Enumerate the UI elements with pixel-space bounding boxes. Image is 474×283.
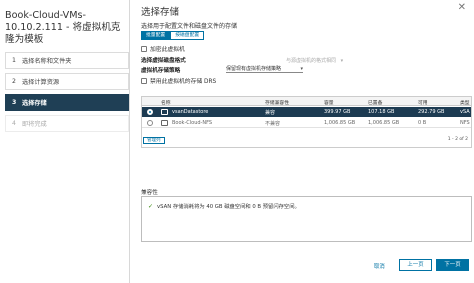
datastore-name: vsanDatastore — [172, 109, 209, 115]
datastore-type: vSA — [460, 109, 470, 115]
column-header-provisioned[interactable]: 已置备 — [368, 99, 382, 106]
step-number: 3 — [12, 99, 17, 106]
datastore-capacity: 1,006.85 GB — [324, 120, 356, 126]
cancel-button[interactable]: 取消 — [374, 262, 385, 270]
step-number: 4 — [12, 120, 16, 127]
config-mode-toggle: 批量配置 按磁盘配置 — [141, 31, 205, 40]
vdisk-format-value: 与源虚拟机的格式相同 — [286, 58, 337, 64]
wizard-steps: 1 选择名称和文件夹 2 选择计算资源 3 选择存储 4 即将完成 — [5, 52, 129, 136]
next-button[interactable]: 下一页 — [436, 259, 469, 271]
check-icon: ✓ — [148, 202, 154, 210]
datastore-compat: 兼容 — [265, 110, 276, 116]
row-radio[interactable] — [147, 109, 153, 115]
step-select-name-folder[interactable]: 1 选择名称和文件夹 — [5, 52, 129, 69]
encrypt-vm-label: 加密此虚拟机 — [150, 47, 185, 53]
page-subtitle: 选择用于配置文件和磁盘文件的存储 — [141, 23, 238, 30]
compat-label: 兼容性 — [141, 190, 158, 196]
chevron-down-icon: ▾ — [340, 58, 344, 64]
vdisk-format-label: 选择虚拟磁盘格式 — [141, 58, 186, 64]
column-header-type[interactable]: 类型 — [460, 99, 470, 106]
wizard-sidebar: Book-Cloud-VMs-10.10.2.111 - 将虚拟机克隆为模板 1… — [0, 0, 130, 283]
back-button[interactable]: 上一页 — [399, 259, 432, 271]
column-header-name[interactable]: 名称 — [161, 99, 171, 106]
disable-sdrs-checkbox[interactable] — [141, 77, 147, 84]
datastore-provisioned: 1,006.85 GB — [368, 120, 400, 126]
table-row[interactable]: Book-Cloud-NFS 不兼容 1,006.85 GB 1,006.85 … — [142, 118, 471, 128]
step-select-storage[interactable]: 3 选择存储 — [5, 94, 129, 111]
datastore-type: NFS — [460, 120, 470, 126]
column-header-capacity[interactable]: 容量 — [324, 99, 334, 106]
page-title: 选择存储 — [141, 7, 180, 18]
compat-message-row: ✓ vSAN 存储消耗将为 40 GB 磁盘空间和 0 B 预留闪存空间。 — [148, 202, 300, 211]
step-label: 选择名称和文件夹 — [22, 58, 72, 65]
compat-panel: ✓ vSAN 存储消耗将为 40 GB 磁盘空间和 0 B 预留闪存空间。 — [141, 196, 472, 242]
column-header-free[interactable]: 可用 — [418, 99, 428, 106]
datastore-table: 名称 存储兼容性 容量 已置备 可用 类型 vsanDatastore 兼容 3… — [141, 96, 472, 148]
wizard-title: Book-Cloud-VMs-10.10.2.111 - 将虚拟机克隆为模板 — [5, 10, 121, 45]
datastore-free: 292.79 GB — [418, 109, 445, 115]
vm-storage-policy-label: 虚拟机存储策略 — [141, 68, 181, 74]
disable-sdrs-option[interactable]: 禁用此虚拟机的存储 DRS — [141, 76, 216, 85]
storage-policy-value: 保留现有虚拟机存储策略 — [226, 66, 282, 72]
manage-columns-button[interactable]: 管理列 — [143, 137, 165, 144]
datastore-icon — [161, 120, 168, 126]
table-row[interactable]: vsanDatastore 兼容 399.97 GB 107.18 GB 292… — [142, 107, 471, 117]
step-select-compute[interactable]: 2 选择计算资源 — [5, 73, 129, 90]
step-number: 1 — [12, 57, 16, 64]
vdisk-format-select: 与源虚拟机的格式相同 ▾ — [286, 57, 343, 64]
table-pager: 1 - 2 of 2 — [447, 137, 468, 142]
batch-config-button[interactable]: 批量配置 — [141, 31, 171, 40]
vm-storage-policy-select[interactable]: 保留现有虚拟机存储策略 ▾ — [226, 66, 303, 73]
step-label: 选择计算资源 — [22, 79, 60, 86]
column-header-compat[interactable]: 存储兼容性 — [265, 99, 289, 106]
datastore-provisioned: 107.18 GB — [368, 109, 395, 115]
compat-message: vSAN 存储消耗将为 40 GB 磁盘空间和 0 B 预留闪存空间。 — [157, 204, 300, 210]
per-disk-config-button[interactable]: 按磁盘配置 — [170, 31, 205, 40]
step-number: 2 — [12, 78, 16, 85]
wizard-main: 选择存储 ✕ 选择用于配置文件和磁盘文件的存储 批量配置 按磁盘配置 加密此虚拟… — [131, 0, 474, 283]
step-label: 选择存储 — [22, 100, 47, 107]
datastore-compat: 不兼容 — [265, 121, 281, 127]
step-label: 即将完成 — [22, 121, 47, 128]
datastore-name: Book-Cloud-NFS — [172, 120, 213, 126]
datastore-capacity: 399.97 GB — [324, 109, 351, 115]
close-icon[interactable]: ✕ — [458, 2, 466, 13]
encrypt-vm-option[interactable]: 加密此虚拟机 — [141, 44, 185, 53]
table-header: 名称 存储兼容性 容量 已置备 可用 类型 — [142, 97, 471, 106]
disable-sdrs-label: 禁用此虚拟机的存储 DRS — [150, 79, 217, 85]
datastore-icon — [161, 109, 168, 115]
chevron-down-icon: ▾ — [300, 66, 303, 72]
encrypt-vm-checkbox[interactable] — [141, 45, 147, 52]
row-radio[interactable] — [147, 120, 153, 126]
datastore-free: 0 B — [418, 120, 427, 126]
step-ready-to-complete: 4 即将完成 — [5, 115, 129, 132]
